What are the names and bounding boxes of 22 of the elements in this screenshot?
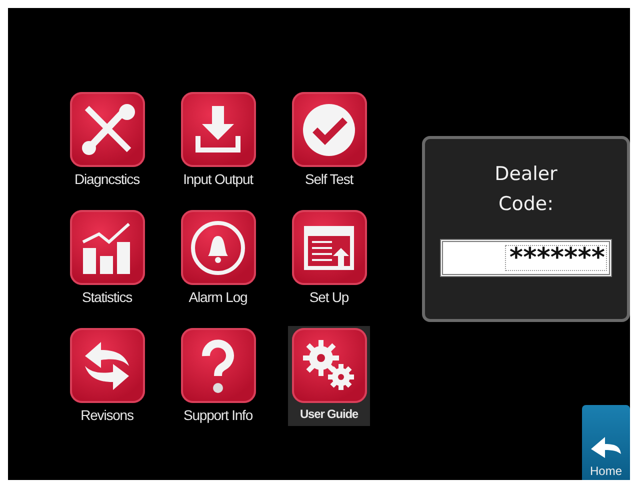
menu-item[interactable]: Support Info	[177, 326, 259, 426]
code-value: *******	[505, 245, 607, 271]
menu-item[interactable]: Self Test	[288, 90, 370, 190]
menu-item[interactable]: Set Up	[288, 208, 370, 308]
code-field[interactable]: *******	[440, 239, 612, 277]
menu-item[interactable]: Input Output	[177, 90, 259, 190]
menu-label: Self Test	[304, 171, 354, 187]
dealer-code-title: Dealer Code:	[494, 162, 558, 217]
menu-item[interactable]: Alarm Log	[177, 208, 259, 308]
home-button[interactable]: Home	[582, 405, 630, 480]
menu-label: Diagncstics	[74, 171, 140, 187]
menu-item[interactable]: Revisons	[66, 326, 148, 426]
menu-label: Input Output	[183, 171, 253, 187]
menu-label: Support Info	[183, 407, 253, 423]
menu-item[interactable]: Statistics	[66, 208, 148, 308]
menu-item[interactable]: User Guide	[288, 326, 370, 426]
menu-label: User Guide	[300, 407, 358, 421]
menu-label: Revisons	[80, 407, 134, 423]
menu-label: Set Up	[309, 289, 349, 305]
menu-label: Alarm Log	[188, 289, 248, 305]
menu-item[interactable]: Diagncstics	[66, 90, 148, 190]
menu-label: Statistics	[82, 289, 132, 305]
